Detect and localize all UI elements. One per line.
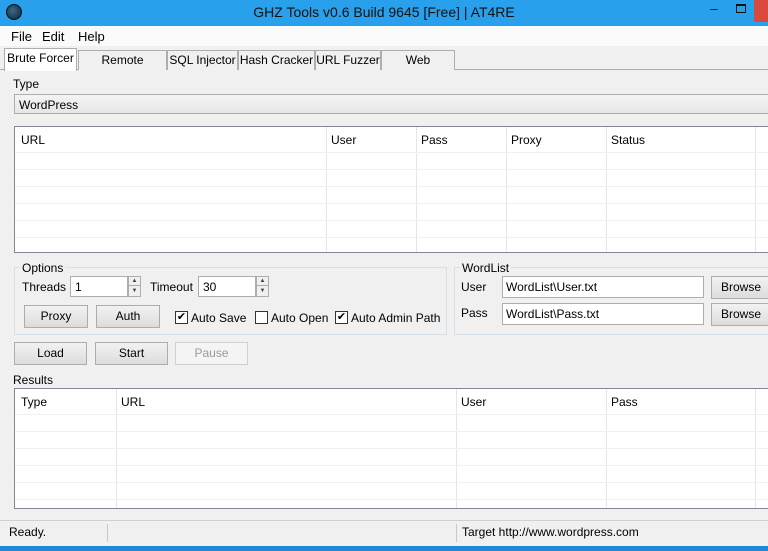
wordlist-title: WordList bbox=[460, 261, 512, 275]
pause-button[interactable]: Pause bbox=[175, 342, 248, 365]
menu-help[interactable]: Help bbox=[78, 29, 105, 44]
row-line bbox=[15, 237, 768, 238]
brute-forcer-page: Type WordPress URL User Pass Proxy Statu… bbox=[2, 70, 768, 513]
auto-admin-path-checkbox[interactable]: ✔ bbox=[335, 311, 348, 324]
column-separator bbox=[506, 127, 507, 252]
tab-hash-cracker[interactable]: Hash Cracker bbox=[238, 50, 315, 70]
results-label: Results bbox=[13, 373, 54, 387]
row-line bbox=[15, 414, 768, 415]
auth-button[interactable]: Auth bbox=[96, 305, 160, 328]
column-user[interactable]: User bbox=[331, 133, 356, 147]
row-line bbox=[15, 499, 768, 500]
status-separator bbox=[107, 524, 108, 542]
tab-strip: Brute Forcer Remote Exploits SQL Injecto… bbox=[0, 48, 768, 85]
column-user[interactable]: User bbox=[461, 395, 486, 409]
options-group: Options Threads 1 ▲ ▼ Timeout 30 ▲ ▼ Proxy… bbox=[14, 261, 447, 335]
column-proxy[interactable]: Proxy bbox=[511, 133, 542, 147]
row-line bbox=[15, 448, 768, 449]
proxy-button[interactable]: Proxy bbox=[24, 305, 88, 328]
spin-up-icon[interactable]: ▲ bbox=[257, 277, 268, 286]
row-line bbox=[15, 152, 768, 153]
threads-label: Threads bbox=[22, 280, 67, 294]
auto-save-label[interactable]: Auto Save bbox=[191, 311, 246, 325]
timeout-spinner[interactable]: ▲ ▼ bbox=[256, 276, 269, 297]
targets-list[interactable]: URL User Pass Proxy Status bbox=[14, 126, 768, 253]
auto-open-checkbox[interactable] bbox=[255, 311, 268, 324]
column-status[interactable]: Status bbox=[611, 133, 645, 147]
status-separator bbox=[456, 524, 457, 542]
timeout-label: Timeout bbox=[150, 280, 193, 294]
column-url[interactable]: URL bbox=[121, 395, 145, 409]
column-separator bbox=[416, 127, 417, 252]
window-title: GHZ Tools v0.6 Build 9645 [Free] | AT4RE bbox=[253, 4, 515, 20]
tab-sql-injector[interactable]: SQL Injector bbox=[167, 50, 238, 70]
row-line bbox=[15, 203, 768, 204]
column-url[interactable]: URL bbox=[21, 133, 45, 147]
wordlist-group: WordList User WordList\User.txt Browse P… bbox=[454, 261, 768, 335]
options-title: Options bbox=[20, 261, 66, 275]
tab-brute-forcer[interactable]: Brute Forcer bbox=[4, 48, 77, 71]
status-text: Ready. bbox=[9, 525, 47, 539]
results-list[interactable]: Type URL User Pass bbox=[14, 388, 768, 509]
start-button[interactable]: Start bbox=[95, 342, 168, 365]
threads-input[interactable]: 1 bbox=[70, 276, 128, 297]
user-wordlist-input[interactable]: WordList\User.txt bbox=[502, 276, 704, 298]
column-separator bbox=[606, 127, 607, 252]
load-button[interactable]: Load bbox=[14, 342, 87, 365]
status-bar: Ready. Target http://www.wordpress.com bbox=[0, 520, 768, 542]
row-line bbox=[15, 220, 768, 221]
browse-user-button[interactable]: Browse bbox=[711, 276, 768, 299]
tab-web-scanner[interactable]: Web Scanner bbox=[381, 50, 455, 85]
row-line bbox=[15, 465, 768, 466]
pass-wordlist-input[interactable]: WordList\Pass.txt bbox=[502, 303, 704, 325]
tab-url-fuzzer[interactable]: URL Fuzzer bbox=[315, 50, 381, 70]
menu-file[interactable]: File bbox=[11, 29, 32, 44]
column-type[interactable]: Type bbox=[21, 395, 47, 409]
column-pass[interactable]: Pass bbox=[421, 133, 448, 147]
menu-bar: File Edit Help bbox=[0, 26, 768, 46]
title-bar[interactable]: GHZ Tools v0.6 Build 9645 [Free] | AT4RE… bbox=[0, 0, 768, 26]
auto-admin-path-label[interactable]: Auto Admin Path bbox=[351, 311, 440, 325]
menu-edit[interactable]: Edit bbox=[42, 29, 64, 44]
type-select[interactable]: WordPress bbox=[14, 94, 768, 114]
row-line bbox=[15, 431, 768, 432]
column-separator bbox=[326, 127, 327, 252]
client-area: File Edit Help Brute Forcer Remote Explo… bbox=[0, 26, 768, 546]
column-separator bbox=[755, 127, 756, 252]
auto-save-checkbox[interactable]: ✔ bbox=[175, 311, 188, 324]
wordlist-pass-label: Pass bbox=[461, 306, 488, 320]
row-line bbox=[15, 482, 768, 483]
row-line bbox=[15, 186, 768, 187]
row-line bbox=[15, 169, 768, 170]
type-label: Type bbox=[13, 77, 40, 91]
wordlist-user-label: User bbox=[461, 280, 487, 294]
timeout-input[interactable]: 30 bbox=[198, 276, 256, 297]
spin-down-icon[interactable]: ▼ bbox=[257, 287, 268, 296]
tab-remote-exploits[interactable]: Remote Exploits bbox=[78, 50, 167, 85]
spin-up-icon[interactable]: ▲ bbox=[129, 277, 140, 286]
close-button[interactable] bbox=[754, 0, 768, 22]
spin-down-icon[interactable]: ▼ bbox=[129, 287, 140, 296]
column-pass[interactable]: Pass bbox=[611, 395, 638, 409]
minimize-button[interactable]: – bbox=[700, 0, 728, 22]
status-target: Target http://www.wordpress.com bbox=[462, 525, 639, 539]
auto-open-label[interactable]: Auto Open bbox=[271, 311, 328, 325]
browse-pass-button[interactable]: Browse bbox=[711, 303, 768, 326]
threads-spinner[interactable]: ▲ ▼ bbox=[128, 276, 141, 297]
maximize-icon bbox=[736, 4, 746, 13]
maximize-button[interactable] bbox=[728, 0, 754, 22]
